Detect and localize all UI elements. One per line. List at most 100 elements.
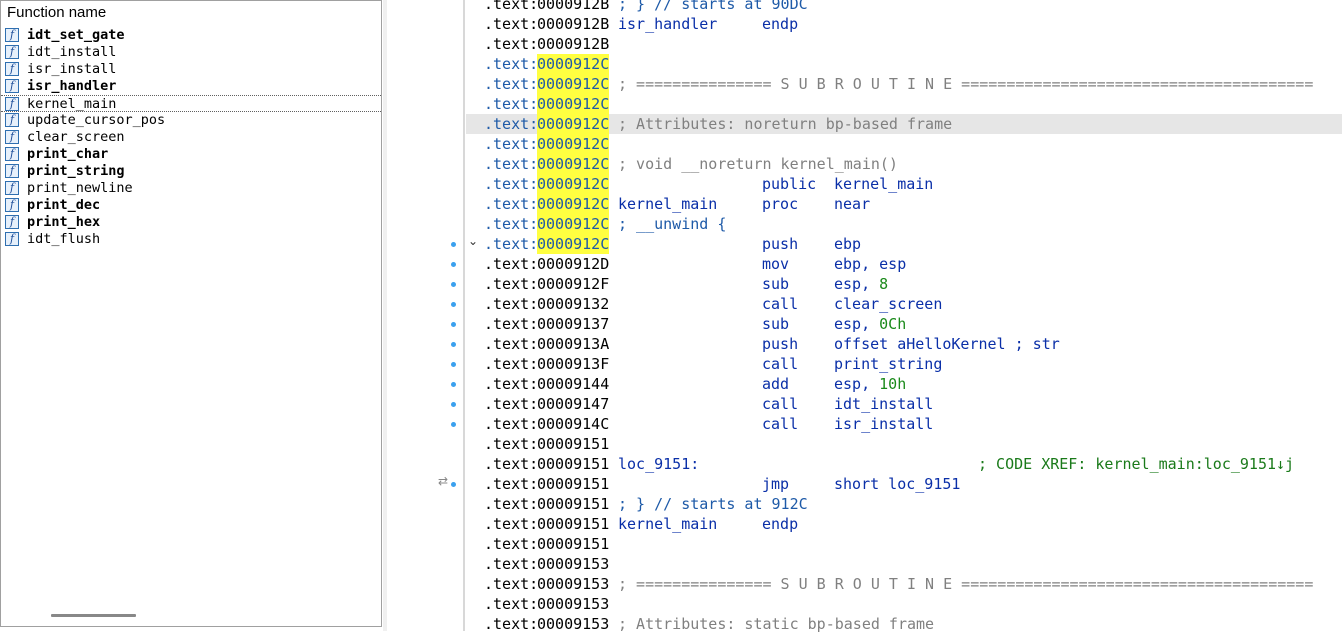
disasm-line[interactable]: .text: 00009151 ; } // starts at 912C [466,494,1342,514]
breakpoint-dot-icon[interactable] [451,262,456,267]
disasm-line[interactable]: .text: 0000912B ; } // starts at 90DC [466,0,1342,14]
instruction-operands: ebp [834,234,861,254]
instruction-operands: clear_screen [834,294,942,314]
address: 0000912B [537,35,610,53]
disasm-line[interactable]: .text: 00009137 sub esp, 0Ch [466,314,1342,334]
disasm-line[interactable]: .text: 0000912C ; void __noreturn kernel_m… [466,154,1342,174]
segment-name: .text: [484,515,539,533]
segment-name: .text: [484,75,539,93]
instruction-operands: esp, 8 [834,274,888,294]
breakpoint-dot-icon[interactable] [451,282,456,287]
disasm-line[interactable]: .text: 00009144 add esp, 10h [466,374,1342,394]
disasm-line[interactable]: .text: 00009151 loc_9151: ; CODE XREF: kern… [466,454,1342,474]
disasm-line[interactable]: .text: 0000912C kernel_main proc near [466,194,1342,214]
breakpoint-dot-icon[interactable] [451,322,456,327]
disasm-line[interactable]: .text: 00009153 ; =============== S U B R … [466,574,1342,594]
segment-name: .text: [484,215,539,233]
address: 00009151 [537,475,610,493]
address: 00009151 [537,435,610,453]
disasm-line[interactable]: .text: 0000912D mov ebp, esp [466,254,1342,274]
disasm-line[interactable]: .text: 00009147 call idt_install [466,394,1342,414]
disasm-line[interactable]: .text: 00009151 [466,534,1342,554]
address: 00009147 [537,395,610,413]
disasm-line[interactable]: .text: 0000913A push offset aHelloKernel ; … [466,334,1342,354]
disasm-line[interactable]: .text: 0000913F call print_string [466,354,1342,374]
disasm-line[interactable]: .text: 0000912C public kernel_main [466,174,1342,194]
code-label: loc_9151: [618,455,700,473]
breakpoint-dot-icon[interactable] [451,482,456,487]
segment-name: .text: [484,395,539,413]
instruction-mnemonic: call [762,295,799,313]
address: 00009153 [537,575,610,593]
code-label: kernel_main [618,515,718,533]
disassembly-view[interactable]: ⌄ ⇄ .text: 0000912B; } // starts at 90DC.… [0,0,1342,634]
segment-name: .text: [484,95,539,113]
disasm-line[interactable]: .text: 00009132 call clear_screen [466,294,1342,314]
disasm-line[interactable]: .text: 0000912C ; __unwind { [466,214,1342,234]
instruction-mnemonic: call [762,395,799,413]
disasm-line[interactable]: .text: 0000912F sub esp, 8 [466,274,1342,294]
instruction-mnemonic: public [762,175,817,193]
segment-name: .text: [484,175,539,193]
disasm-line[interactable]: .text: 0000912C [466,134,1342,154]
disasm-line[interactable]: .text: 0000912C ; Attributes: noreturn bp-… [466,114,1342,134]
disasm-line[interactable]: .text: 0000912C push ebp [466,234,1342,254]
address: 00009137 [537,315,610,333]
disasm-line[interactable]: .text: 00009153 ; Attributes: static bp-ba… [466,614,1342,634]
breakpoint-dot-icon[interactable] [451,382,456,387]
breakpoint-dot-icon[interactable] [451,242,456,247]
segment-name: .text: [484,235,539,253]
address: 0000912C [537,114,610,134]
operand-immediate: 8 [879,275,889,293]
segment-name: .text: [484,115,539,133]
breakpoint-dot-icon[interactable] [451,402,456,407]
disasm-line[interactable]: .text: 0000912C [466,94,1342,114]
instruction-operands: short loc_9151 [834,474,960,494]
address: 00009151 [537,515,610,533]
disasm-line[interactable]: .text: 00009153 [466,554,1342,574]
instruction-mnemonic: call [762,355,799,373]
breakpoint-dot-icon[interactable] [451,422,456,427]
comment: ; =============== S U B R O U T I N E ==… [618,575,1314,593]
operand-text: ebp [834,235,862,253]
disasm-line[interactable]: .text: 00009151 [466,434,1342,454]
breakpoint-dot-icon[interactable] [451,342,456,347]
operand-immediate: 10h [879,375,907,393]
instruction-operands: kernel_main [834,174,933,194]
disassembly-gutter-border [463,0,465,631]
address: 0000912F [537,275,610,293]
operand-text: isr_install [834,415,934,433]
segment-name: .text: [484,375,539,393]
operand-text: esp, [834,315,880,333]
breakpoint-dot-icon[interactable] [451,302,456,307]
disasm-line[interactable]: .text: 00009153 [466,594,1342,614]
segment-name: .text: [484,455,539,473]
disasm-line[interactable]: .text: 0000912B [466,34,1342,54]
instruction-operands: esp, 0Ch [834,314,906,334]
comment: ; __unwind { [618,215,727,233]
instruction-operands: esp, 10h [834,374,906,394]
comment: ; void __noreturn kernel_main() [618,155,898,173]
disasm-line[interactable]: .text: 0000914C call isr_install [466,414,1342,434]
disasm-line[interactable]: .text: 00009151 jmp short loc_9151 [466,474,1342,494]
segment-name: .text: [484,0,539,13]
disasm-line[interactable]: .text: 0000912B isr_handler endp [466,14,1342,34]
instruction-operands: ebp, esp [834,254,906,274]
instruction-mnemonic: add [762,375,790,393]
instruction-mnemonic: endp [762,515,799,533]
operand-text: short loc_9151 [834,475,961,493]
instruction-mnemonic: endp [762,15,799,33]
breakpoint-dot-icon[interactable] [451,362,456,367]
address: 00009151 [537,535,610,553]
address: 0000913A [537,335,610,353]
disasm-line[interactable]: .text: 00009151 kernel_main endp [466,514,1342,534]
address: 0000912C [537,194,610,214]
address: 0000912B [537,0,610,13]
operand-text: kernel_main [834,175,934,193]
segment-name: .text: [484,415,539,433]
disasm-line[interactable]: .text: 0000912C [466,54,1342,74]
segment-name: .text: [484,15,539,33]
instruction-operands: near [834,194,870,214]
disasm-line[interactable]: .text: 0000912C ; =============== S U B R … [466,74,1342,94]
segment-name: .text: [484,295,539,313]
